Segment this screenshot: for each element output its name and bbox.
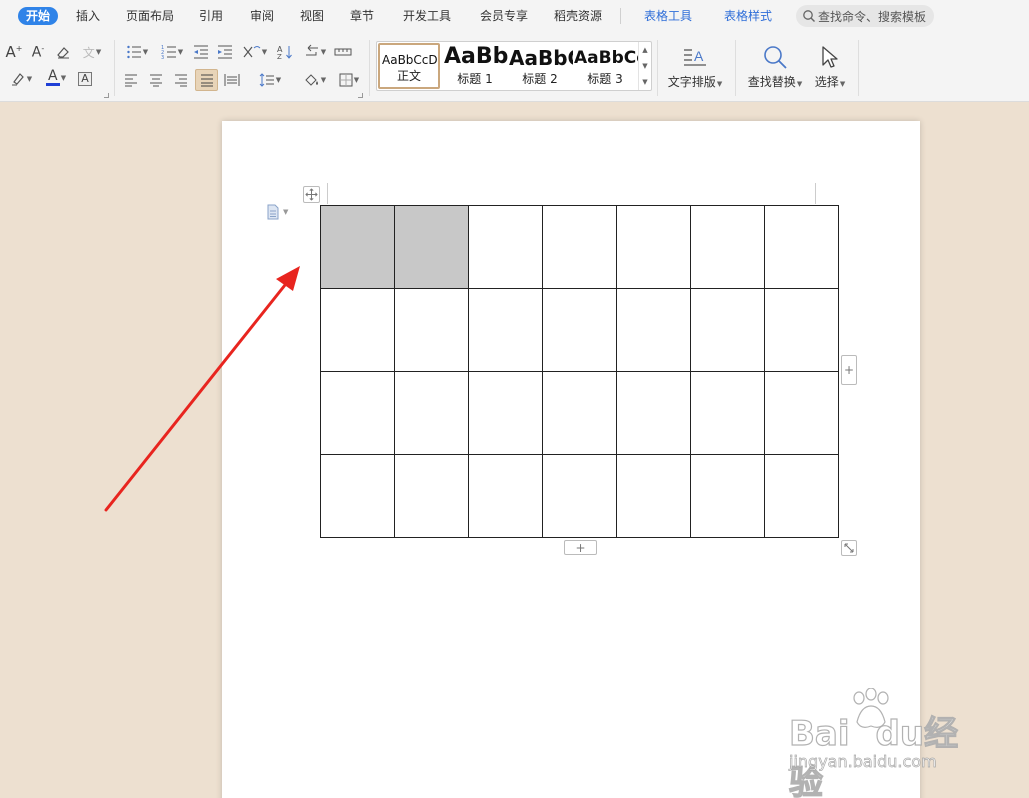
watermark-logo: Bai du经验 jingyan.baidu.com (785, 688, 985, 798)
annotation-arrow (104, 266, 300, 512)
watermark-url: jingyan.baidu.com (789, 752, 937, 772)
